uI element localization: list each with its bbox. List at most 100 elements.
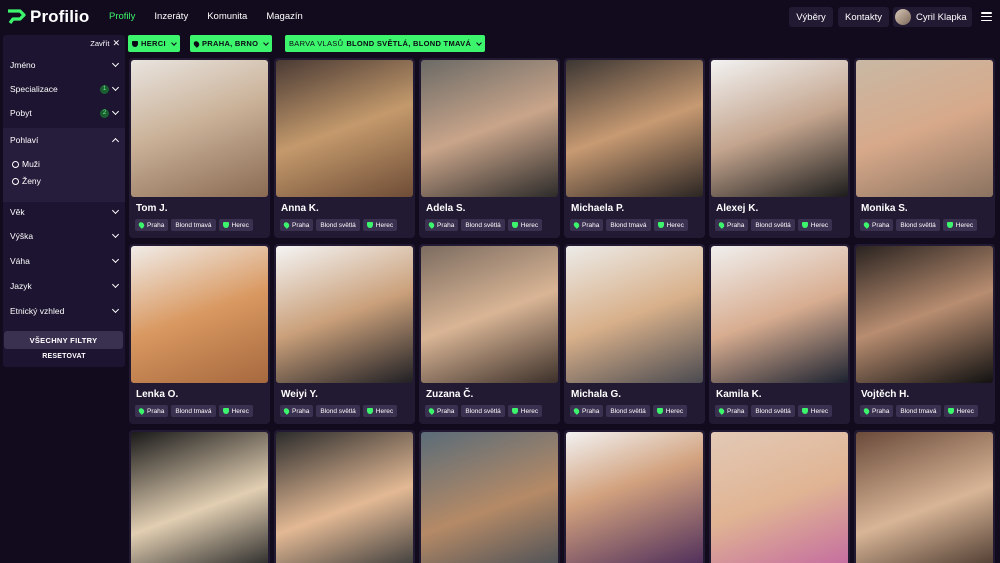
hair-color-tag: Blond tmavá	[896, 405, 941, 417]
filter-vyska[interactable]: Výška	[3, 224, 125, 248]
filter-vek[interactable]: Věk	[3, 200, 125, 224]
chip-barva-vlasu[interactable]: BARVA VLASŮ BLOND SVĚTLÁ, BLOND TMAVÁ	[285, 35, 486, 52]
profile-card[interactable]: Michaela P. Praha Blond tmavá Herec	[564, 58, 705, 238]
profile-photo[interactable]	[131, 432, 268, 563]
nav-profily[interactable]: Profily	[109, 11, 135, 22]
profile-card[interactable]	[274, 430, 415, 563]
profile-card[interactable]	[854, 430, 995, 563]
tag-label: Blond tmavá	[610, 221, 647, 229]
profile-card[interactable]	[564, 430, 705, 563]
filter-jmeno[interactable]: Jméno	[3, 53, 125, 77]
profile-card[interactable]: Vojtěch H. Praha Blond tmavá Herec	[854, 244, 995, 424]
profile-card[interactable]: Weiyi Y. Praha Blond světlá Herec	[274, 244, 415, 424]
filter-pohlavi[interactable]: Pohlaví	[3, 128, 125, 152]
profile-card[interactable]	[419, 430, 560, 563]
profile-photo[interactable]	[276, 432, 413, 563]
profile-card[interactable]	[709, 430, 850, 563]
filter-label: Věk	[10, 207, 25, 217]
shield-icon	[132, 40, 138, 47]
profile-photo[interactable]	[421, 246, 558, 383]
location-tag: Praha	[860, 405, 894, 417]
profile-card[interactable]: Lenka O. Praha Blond tmavá Herec	[129, 244, 270, 424]
profile-card[interactable]: Anna K. Praha Blond světlá Herec	[274, 58, 415, 238]
reset-button[interactable]: RESETOVAT	[3, 353, 125, 360]
profile-card[interactable]: Kamila K. Praha Blond světlá Herec	[709, 244, 850, 424]
radio-muzi[interactable]: Muži	[12, 159, 40, 169]
role-tag: Herec	[797, 219, 833, 231]
tag-label: Herec	[375, 407, 394, 415]
profile-photo[interactable]	[421, 60, 558, 197]
chip-lokalita[interactable]: PRAHA, BRNO	[190, 35, 273, 52]
vybery-button[interactable]: Výběry	[789, 7, 833, 27]
location-pin-icon	[862, 407, 871, 415]
profile-tags: Praha Blond tmavá Herec	[135, 219, 253, 231]
profile-tags: Praha Blond světlá Herec	[425, 405, 543, 417]
profile-card[interactable]: Zuzana Č. Praha Blond světlá Herec	[419, 244, 560, 424]
profile-card[interactable]: Michala G. Praha Blond světlá Herec	[564, 244, 705, 424]
profile-photo[interactable]	[566, 246, 703, 383]
profile-photo[interactable]	[711, 246, 848, 383]
profile-name[interactable]: Michala G.	[571, 389, 621, 400]
profile-card[interactable]: Alexej K. Praha Blond světlá Herec	[709, 58, 850, 238]
profile-name[interactable]: Vojtěch H.	[861, 389, 909, 400]
tag-label: Herec	[666, 221, 684, 229]
close-filters-button[interactable]: Zavřít ✕	[90, 39, 120, 49]
nav-komunita[interactable]: Komunita	[207, 11, 247, 22]
profile-photo[interactable]	[566, 60, 703, 197]
profile-photo[interactable]	[421, 432, 558, 563]
location-tag: Praha	[860, 219, 894, 231]
profile-photo[interactable]	[276, 60, 413, 197]
nav-magazin[interactable]: Magazín	[266, 11, 302, 22]
shield-icon	[511, 408, 518, 414]
filter-specializace[interactable]: Specializace 1	[3, 77, 125, 101]
profile-name[interactable]: Alexej K.	[716, 203, 758, 214]
hamburger-menu-icon[interactable]	[981, 12, 992, 21]
profile-name[interactable]: Tom J.	[136, 203, 167, 214]
kontakty-button[interactable]: Kontakty	[838, 7, 889, 27]
user-menu-button[interactable]: Cyril Klapka	[893, 7, 972, 27]
profile-name[interactable]: Zuzana Č.	[426, 389, 473, 400]
tag-label: Praha	[727, 221, 745, 229]
profile-name[interactable]: Anna K.	[281, 203, 319, 214]
tag-label: Blond světlá	[900, 221, 936, 229]
role-tag: Herec	[507, 405, 543, 417]
profile-name[interactable]: Kamila K.	[716, 389, 762, 400]
logo[interactable]: Profilio	[7, 6, 89, 28]
tag-label: Blond světlá	[610, 407, 646, 415]
radio-zeny[interactable]: Ženy	[12, 176, 41, 186]
profile-name[interactable]: Adela S.	[426, 203, 465, 214]
profile-photo[interactable]	[856, 60, 993, 197]
profile-name[interactable]: Michaela P.	[571, 203, 624, 214]
profile-photo[interactable]	[566, 432, 703, 563]
profile-tags: Praha Blond světlá Herec	[425, 219, 543, 231]
filter-etnicky-vzhled[interactable]: Etnický vzhled	[3, 299, 125, 323]
all-filters-button[interactable]: VŠECHNY FILTRY	[4, 331, 123, 349]
profile-photo[interactable]	[711, 60, 848, 197]
tag-label: Blond světlá	[465, 221, 501, 229]
profile-photo[interactable]	[276, 246, 413, 383]
chip-herci[interactable]: HERCI	[128, 35, 180, 52]
profile-card[interactable]	[129, 430, 270, 563]
filter-jazyk[interactable]: Jazyk	[3, 274, 125, 298]
profile-name[interactable]: Lenka O.	[136, 389, 178, 400]
profile-card[interactable]: Tom J. Praha Blond tmavá Herec	[129, 58, 270, 238]
profile-photo[interactable]	[856, 246, 993, 383]
nav-inzeraty[interactable]: Inzeráty	[154, 11, 188, 22]
profile-photo[interactable]	[711, 432, 848, 563]
profile-name[interactable]: Monika S.	[861, 203, 908, 214]
profile-photo[interactable]	[131, 60, 268, 197]
filter-pobyt[interactable]: Pobyt 2	[3, 101, 125, 125]
profilio-logo-icon	[8, 9, 26, 24]
profile-tags: Praha Blond tmavá Herec	[860, 405, 978, 417]
tag-label: Herec	[520, 407, 539, 415]
filter-vaha[interactable]: Váha	[3, 249, 125, 273]
profile-tags: Praha Blond světlá Herec	[280, 219, 398, 231]
profile-name[interactable]: Weiyi Y.	[281, 389, 318, 400]
profile-photo[interactable]	[131, 246, 268, 383]
profile-card[interactable]: Adela S. Praha Blond světlá Herec	[419, 58, 560, 238]
location-tag: Praha	[570, 219, 604, 231]
profile-card[interactable]: Monika S. Praha Blond světlá Herec	[854, 58, 995, 238]
tag-label: Praha	[437, 221, 455, 229]
location-pin-icon	[137, 221, 146, 229]
profile-photo[interactable]	[856, 432, 993, 563]
